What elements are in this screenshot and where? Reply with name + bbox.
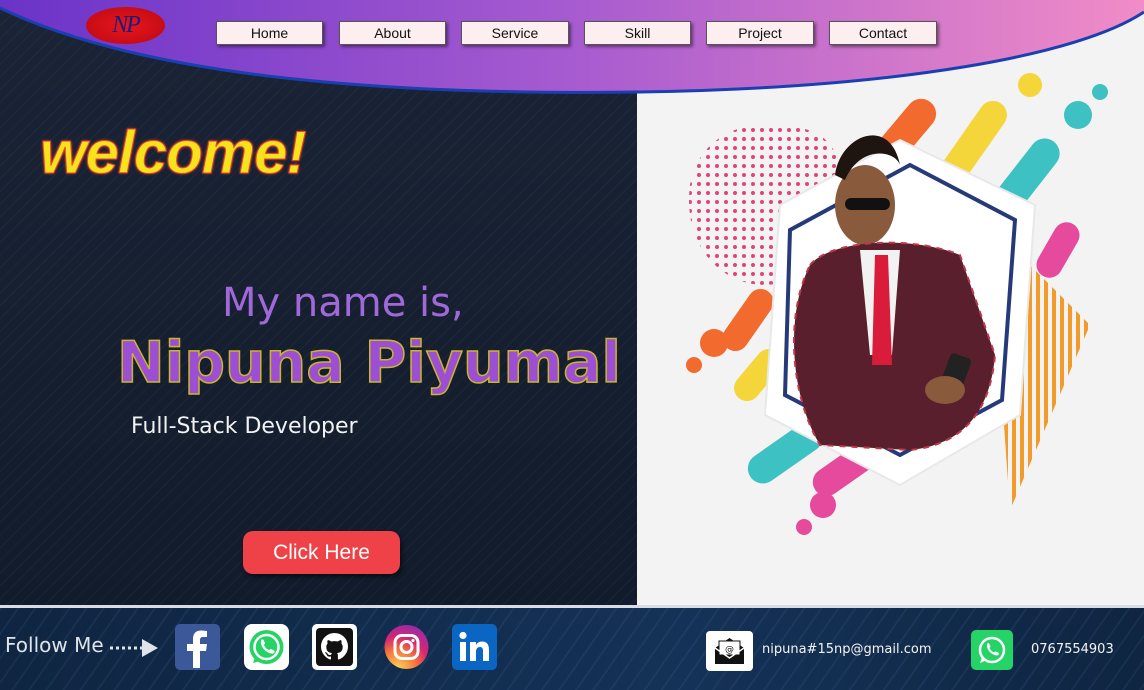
role-subtitle: Full-Stack Developer — [131, 414, 358, 439]
nav-service[interactable]: Service — [461, 21, 569, 45]
nav-skill[interactable]: Skill — [584, 21, 691, 45]
nav-contact[interactable]: Contact — [829, 21, 937, 45]
instagram-icon[interactable] — [384, 624, 429, 670]
follow-me-label: Follow Me — [5, 633, 104, 657]
profile-illustration — [686, 73, 1108, 535]
github-icon[interactable] — [312, 624, 357, 670]
intro-text: My name is, — [222, 280, 464, 326]
welcome-heading: welcome! — [39, 119, 306, 187]
email-address[interactable]: nipuna#15np@gmail.com — [762, 642, 931, 657]
phone-number[interactable]: 0767554903 — [1031, 642, 1114, 657]
linkedin-icon[interactable] — [452, 624, 497, 670]
nav-project[interactable]: Project — [706, 21, 814, 45]
click-here-button[interactable]: Click Here — [243, 531, 400, 574]
nav-home[interactable]: Home — [216, 21, 323, 45]
svg-text:@: @ — [725, 645, 734, 655]
developer-name: Nipuna Piyumal — [116, 329, 621, 397]
whatsapp-icon[interactable] — [244, 624, 289, 670]
email-icon[interactable]: @ — [706, 631, 753, 671]
facebook-icon[interactable] — [175, 624, 220, 670]
arrow-right-icon — [110, 639, 158, 657]
logo[interactable]: NP — [86, 7, 165, 44]
whatsapp-icon[interactable] — [971, 630, 1013, 670]
nav-about[interactable]: About — [339, 21, 446, 45]
